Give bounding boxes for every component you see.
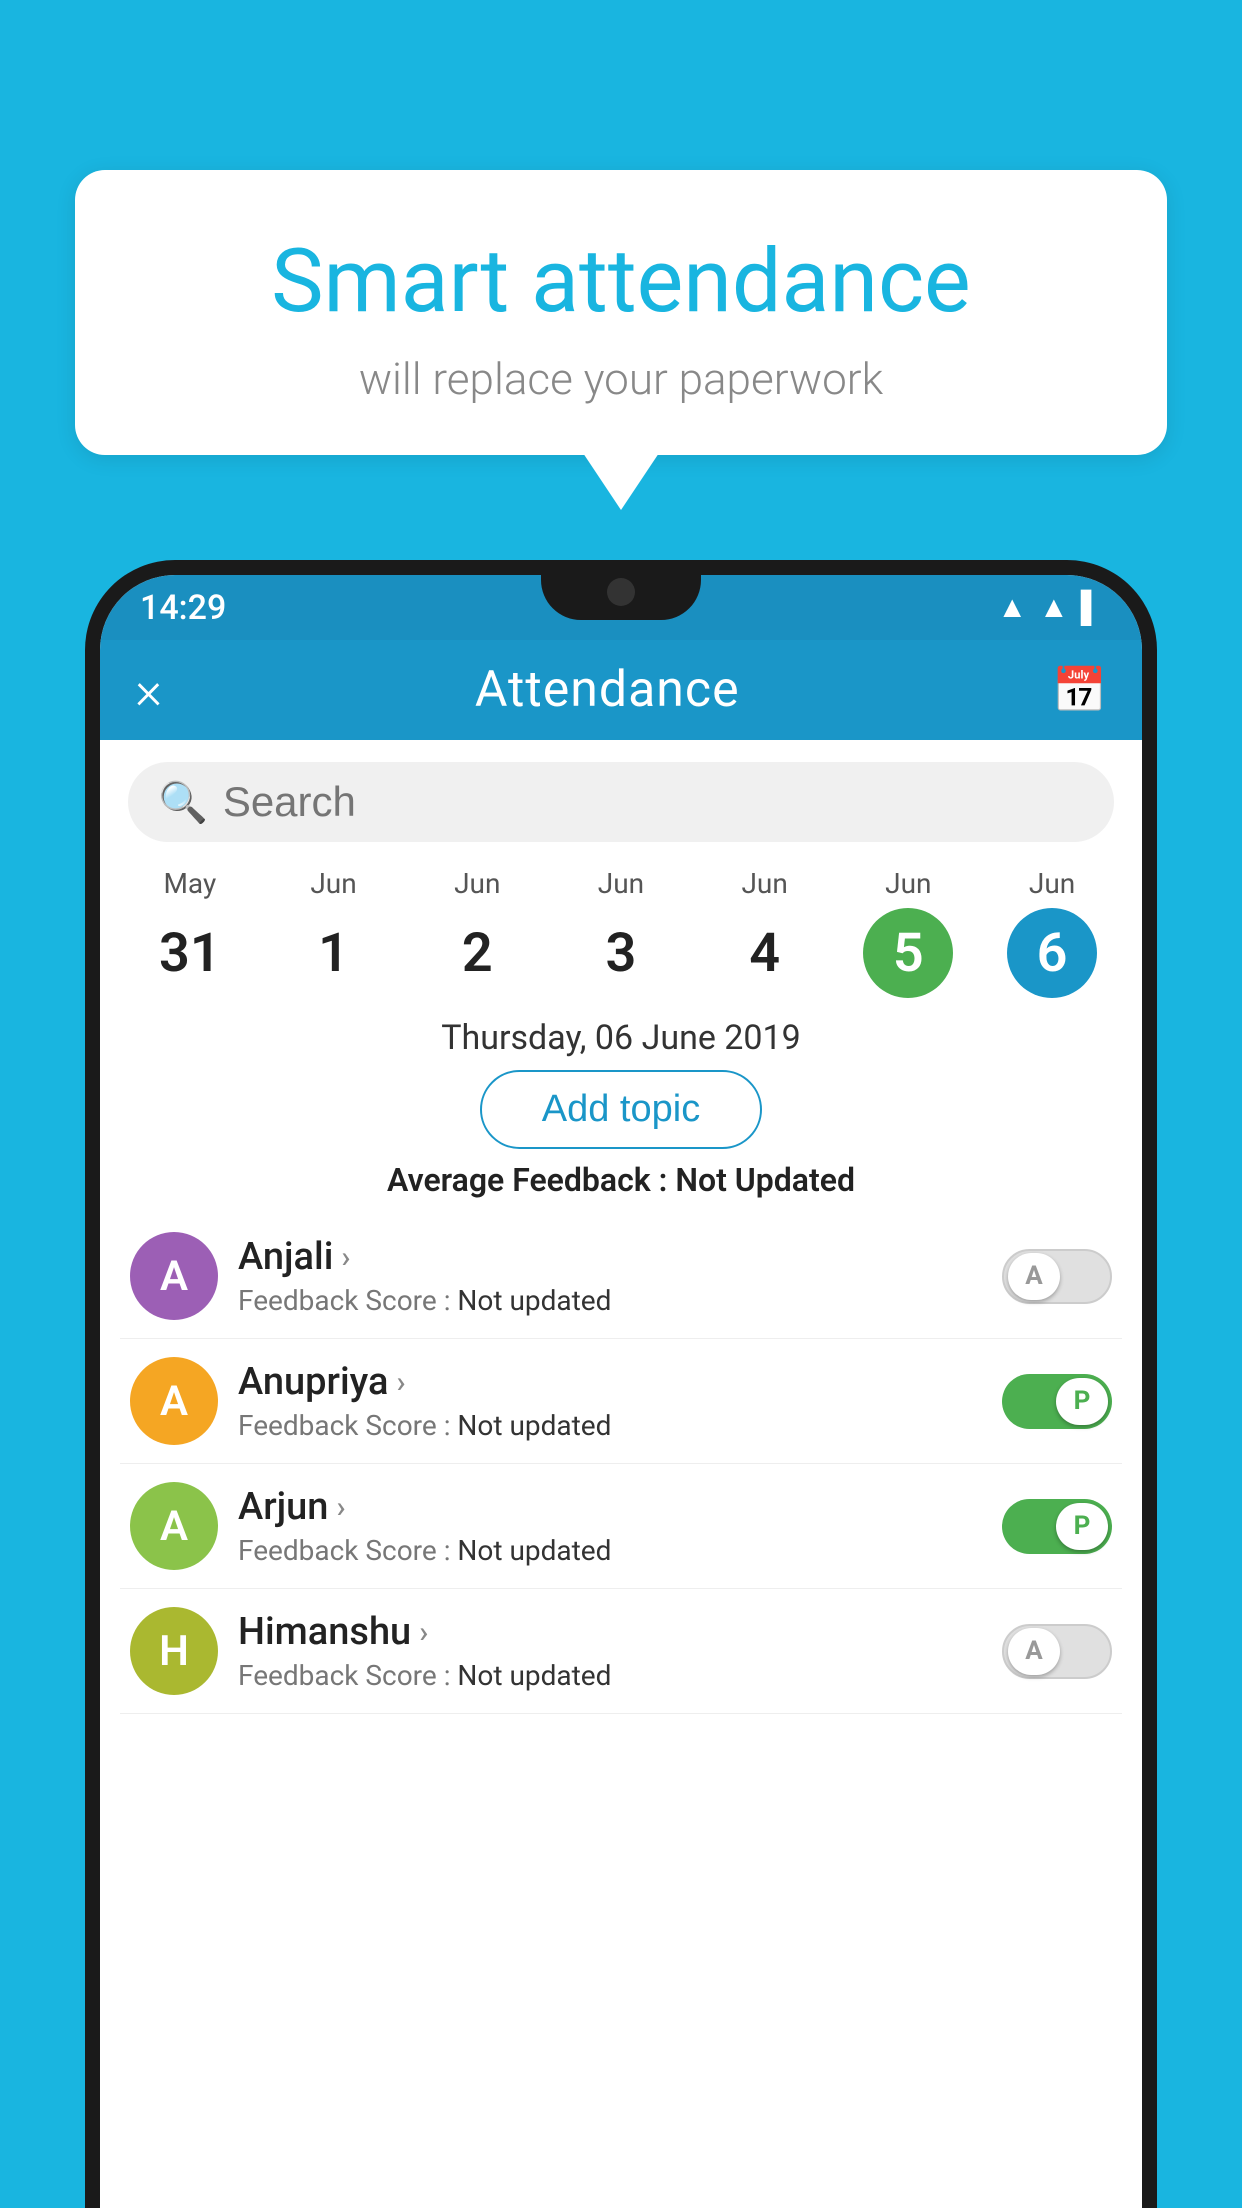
day-number[interactable]: 4: [720, 908, 810, 998]
day-number[interactable]: 3: [576, 908, 666, 998]
calendar-day[interactable]: Jun 5: [858, 867, 958, 998]
student-info: Anjali › Feedback Score : Not updated: [238, 1235, 982, 1317]
attendance-toggle[interactable]: P: [1002, 1374, 1112, 1429]
chevron-right-icon: ›: [336, 1490, 345, 1525]
battery-icon: ▌: [1081, 590, 1102, 625]
calendar-day[interactable]: Jun 1: [284, 867, 384, 998]
calendar-day[interactable]: Jun 3: [571, 867, 671, 998]
attendance-toggle[interactable]: P: [1002, 1499, 1112, 1554]
student-info: Arjun › Feedback Score : Not updated: [238, 1485, 982, 1567]
student-item[interactable]: A Anjali › Feedback Score : Not updated A: [120, 1214, 1122, 1339]
toggle-container[interactable]: A: [1002, 1624, 1112, 1679]
toggle-thumb: P: [1056, 1378, 1108, 1425]
day-month: Jun: [1029, 867, 1075, 900]
student-name[interactable]: Anjali ›: [238, 1235, 982, 1279]
toggle-thumb: A: [1008, 1628, 1060, 1675]
toggle-container[interactable]: P: [1002, 1499, 1112, 1554]
toggle-thumb: A: [1008, 1253, 1060, 1300]
day-month: Jun: [310, 867, 356, 900]
student-list: AAnjali ›Feedback Score : Not updatedAAA…: [100, 1214, 1142, 1714]
avg-feedback-label: Average Feedback :: [387, 1161, 675, 1199]
calendar-day[interactable]: Jun 4: [715, 867, 815, 998]
calendar-strip: May 31 Jun 1 Jun 2 Jun 3 Jun 4 Jun 5 Jun 6: [100, 857, 1142, 1003]
student-item[interactable]: H Himanshu › Feedback Score : Not updated A: [120, 1589, 1122, 1714]
score-value: Not updated: [457, 1534, 611, 1567]
student-score: Feedback Score : Not updated: [238, 1534, 982, 1567]
day-month: May: [163, 867, 216, 900]
status-icons: ▲ ▲ ▌: [997, 590, 1102, 625]
attendance-toggle[interactable]: A: [1002, 1624, 1112, 1679]
calendar-day[interactable]: May 31: [140, 867, 240, 998]
phone-frame: 14:29 ▲ ▲ ▌ × Attendance 📅 🔍 May31Jun1Ju…: [85, 560, 1157, 2208]
day-number[interactable]: 31: [145, 908, 235, 998]
student-avatar: H: [130, 1607, 218, 1695]
day-number[interactable]: 1: [289, 908, 379, 998]
toggle-container[interactable]: A: [1002, 1249, 1112, 1304]
student-name[interactable]: Anupriya ›: [238, 1360, 982, 1404]
calendar-icon[interactable]: 📅: [1052, 664, 1107, 716]
bubble-title: Smart attendance: [125, 230, 1117, 333]
day-number[interactable]: 6: [1007, 908, 1097, 998]
close-button[interactable]: ×: [135, 660, 162, 721]
header-title: Attendance: [475, 661, 740, 719]
student-name[interactable]: Arjun ›: [238, 1485, 982, 1529]
selected-date: Thursday, 06 June 2019: [100, 1018, 1142, 1058]
search-bar[interactable]: 🔍: [128, 762, 1114, 842]
day-month: Jun: [885, 867, 931, 900]
calendar-day[interactable]: Jun 6: [1002, 867, 1102, 998]
student-name[interactable]: Himanshu ›: [238, 1610, 982, 1654]
search-icon: 🔍: [158, 779, 208, 826]
student-score: Feedback Score : Not updated: [238, 1659, 982, 1692]
student-avatar: A: [130, 1482, 218, 1570]
phone-camera: [607, 578, 635, 606]
app-header: × Attendance 📅: [100, 640, 1142, 740]
score-value: Not updated: [457, 1284, 611, 1317]
wifi-icon: ▲: [997, 590, 1027, 625]
search-input[interactable]: [223, 778, 1084, 826]
student-item[interactable]: A Arjun › Feedback Score : Not updated P: [120, 1464, 1122, 1589]
student-info: Himanshu › Feedback Score : Not updated: [238, 1610, 982, 1692]
student-score: Feedback Score : Not updated: [238, 1284, 982, 1317]
day-number[interactable]: 5: [863, 908, 953, 998]
phone-notch: [541, 560, 701, 620]
attendance-toggle[interactable]: A: [1002, 1249, 1112, 1304]
bubble-subtitle: will replace your paperwork: [125, 353, 1117, 405]
student-item[interactable]: A Anupriya › Feedback Score : Not updated P: [120, 1339, 1122, 1464]
score-value: Not updated: [457, 1659, 611, 1692]
signal-icon: ▲: [1039, 590, 1069, 625]
calendar-day[interactable]: Jun 2: [427, 867, 527, 998]
average-feedback: Average Feedback : Not Updated: [100, 1161, 1142, 1199]
add-topic-button[interactable]: Add topic: [480, 1070, 762, 1149]
day-month: Jun: [741, 867, 787, 900]
student-avatar: A: [130, 1357, 218, 1445]
chevron-right-icon: ›: [341, 1240, 350, 1275]
speech-bubble: Smart attendance will replace your paper…: [75, 170, 1167, 455]
student-score: Feedback Score : Not updated: [238, 1409, 982, 1442]
student-info: Anupriya › Feedback Score : Not updated: [238, 1360, 982, 1442]
avg-feedback-value: Not Updated: [675, 1161, 855, 1199]
chevron-right-icon: ›: [396, 1365, 405, 1400]
status-time: 14:29: [140, 588, 226, 628]
day-month: Jun: [598, 867, 644, 900]
student-avatar: A: [130, 1232, 218, 1320]
chevron-right-icon: ›: [419, 1615, 428, 1650]
day-number[interactable]: 2: [432, 908, 522, 998]
phone-screen: 14:29 ▲ ▲ ▌ × Attendance 📅 🔍 May31Jun1Ju…: [100, 575, 1142, 2208]
toggle-container[interactable]: P: [1002, 1374, 1112, 1429]
toggle-thumb: P: [1056, 1503, 1108, 1550]
score-value: Not updated: [457, 1409, 611, 1442]
day-month: Jun: [454, 867, 500, 900]
